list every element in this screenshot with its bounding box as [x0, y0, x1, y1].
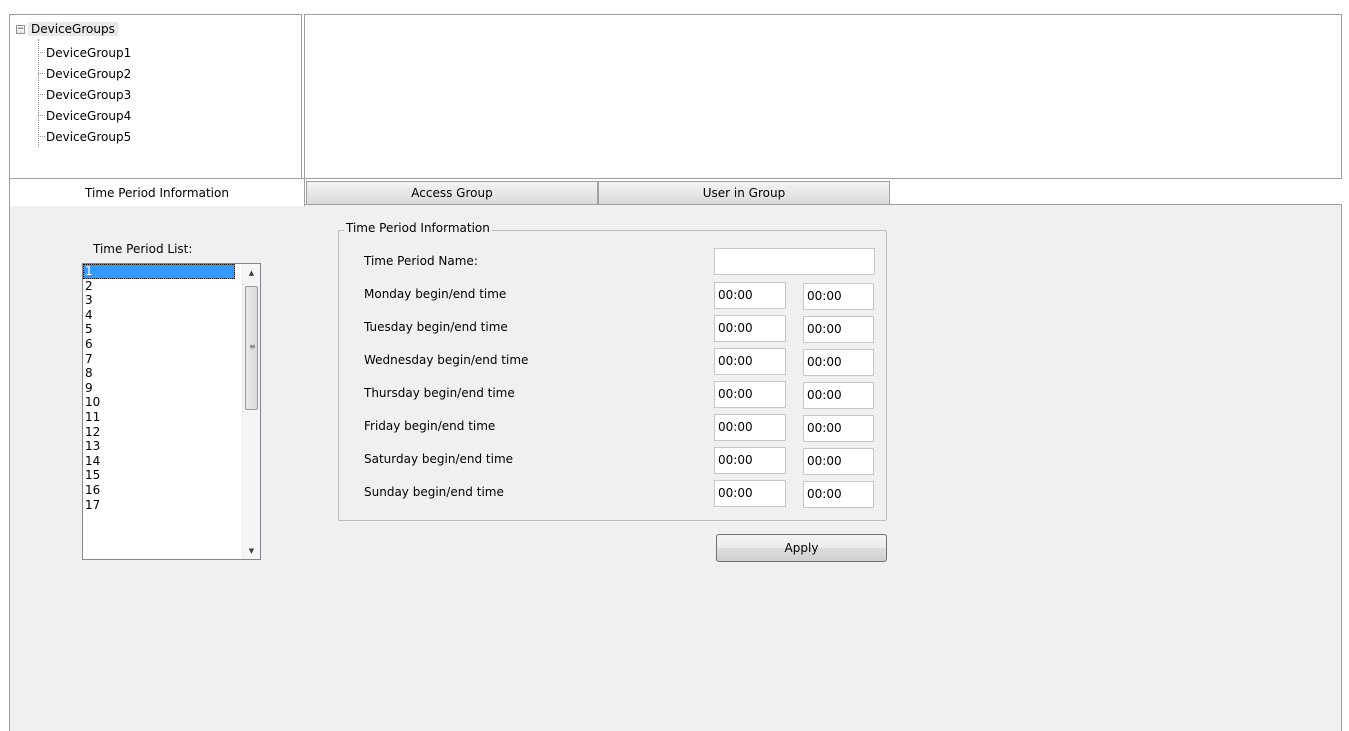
- list-item[interactable]: 8: [83, 366, 235, 381]
- tree-node-devicegroup3[interactable]: DeviceGroup3: [37, 84, 131, 105]
- saturday-end-input[interactable]: 00:00: [803, 448, 874, 475]
- friday-label: Friday begin/end time: [364, 419, 496, 433]
- tab-time-period-information[interactable]: Time Period Information: [9, 178, 305, 206]
- sunday-end-input[interactable]: 00:00: [803, 481, 874, 508]
- list-item[interactable]: 15: [83, 468, 235, 483]
- tree-connector-line: [38, 39, 39, 147]
- saturday-label: Saturday begin/end time: [364, 452, 514, 466]
- list-item[interactable]: 11: [83, 410, 235, 425]
- list-item[interactable]: 1: [83, 264, 235, 279]
- apply-button[interactable]: Apply: [716, 534, 887, 562]
- list-item[interactable]: 2: [83, 279, 235, 294]
- tree-node-devicegroup2[interactable]: DeviceGroup2: [37, 63, 131, 84]
- tree-node-devicegroups[interactable]: − DeviceGroups: [16, 20, 118, 38]
- tab-user-in-group[interactable]: User in Group: [598, 181, 890, 205]
- thursday-end-input[interactable]: 00:00: [803, 382, 874, 409]
- scroll-thumb[interactable]: ≡: [245, 286, 258, 410]
- tree-node-devicegroup4[interactable]: DeviceGroup4: [37, 105, 131, 126]
- list-item[interactable]: 7: [83, 352, 235, 367]
- list-item[interactable]: 16: [83, 483, 235, 498]
- list-item[interactable]: 9: [83, 381, 235, 396]
- tree-node-label[interactable]: DeviceGroups: [28, 22, 118, 36]
- sunday-begin-input[interactable]: 00:00: [714, 480, 786, 507]
- friday-end-input[interactable]: 00:00: [803, 415, 874, 442]
- monday-begin-input[interactable]: 00:00: [714, 282, 786, 309]
- monday-end-input[interactable]: 00:00: [803, 283, 874, 310]
- device-detail-panel: [304, 14, 1342, 179]
- tuesday-label: Tuesday begin/end time: [364, 320, 508, 334]
- list-item[interactable]: 5: [83, 322, 235, 337]
- time-period-name-input[interactable]: [714, 248, 875, 275]
- tree-node-devicegroup1[interactable]: DeviceGroup1: [37, 42, 131, 63]
- monday-label: Monday begin/end time: [364, 287, 507, 301]
- time-period-listbox[interactable]: 1 2 3 4 5 6 7 8 9 10 11 12 13 14 15 16 1…: [82, 263, 261, 560]
- wednesday-end-input[interactable]: 00:00: [803, 349, 874, 376]
- device-group-tree[interactable]: − DeviceGroups DeviceGroup1 DeviceGroup2…: [9, 14, 302, 179]
- thursday-label: Thursday begin/end time: [364, 386, 515, 400]
- tree-children: DeviceGroup1 DeviceGroup2 DeviceGroup3 D…: [37, 42, 131, 147]
- tree-node-devicegroup5[interactable]: DeviceGroup5: [37, 126, 131, 147]
- groupbox-title: Time Period Information: [344, 221, 492, 235]
- list-item[interactable]: 14: [83, 454, 235, 469]
- list-item[interactable]: 10: [83, 395, 235, 410]
- thursday-begin-input[interactable]: 00:00: [714, 381, 786, 408]
- time-period-name-label: Time Period Name:: [364, 254, 478, 268]
- scroll-grip-icon: ≡: [249, 342, 256, 351]
- list-scrollbar[interactable]: ▲ ≡ ▼: [242, 264, 260, 559]
- list-item[interactable]: 13: [83, 439, 235, 454]
- collapse-icon[interactable]: −: [16, 24, 25, 34]
- scroll-up-arrow-icon[interactable]: ▲: [243, 264, 260, 281]
- tuesday-begin-input[interactable]: 00:00: [714, 315, 786, 342]
- list-item[interactable]: 12: [83, 425, 235, 440]
- wednesday-begin-input[interactable]: 00:00: [714, 348, 786, 375]
- scroll-down-arrow-icon[interactable]: ▼: [243, 542, 260, 559]
- list-item[interactable]: 6: [83, 337, 235, 352]
- wednesday-label: Wednesday begin/end time: [364, 353, 529, 367]
- list-item[interactable]: 17: [83, 498, 235, 513]
- time-period-list-label: Time Period List:: [93, 242, 193, 256]
- saturday-begin-input[interactable]: 00:00: [714, 447, 786, 474]
- list-item[interactable]: 4: [83, 308, 235, 323]
- list-item[interactable]: 3: [83, 293, 235, 308]
- sunday-label: Sunday begin/end time: [364, 485, 504, 499]
- tuesday-end-input[interactable]: 00:00: [803, 316, 874, 343]
- friday-begin-input[interactable]: 00:00: [714, 414, 786, 441]
- tab-access-group[interactable]: Access Group: [306, 181, 598, 205]
